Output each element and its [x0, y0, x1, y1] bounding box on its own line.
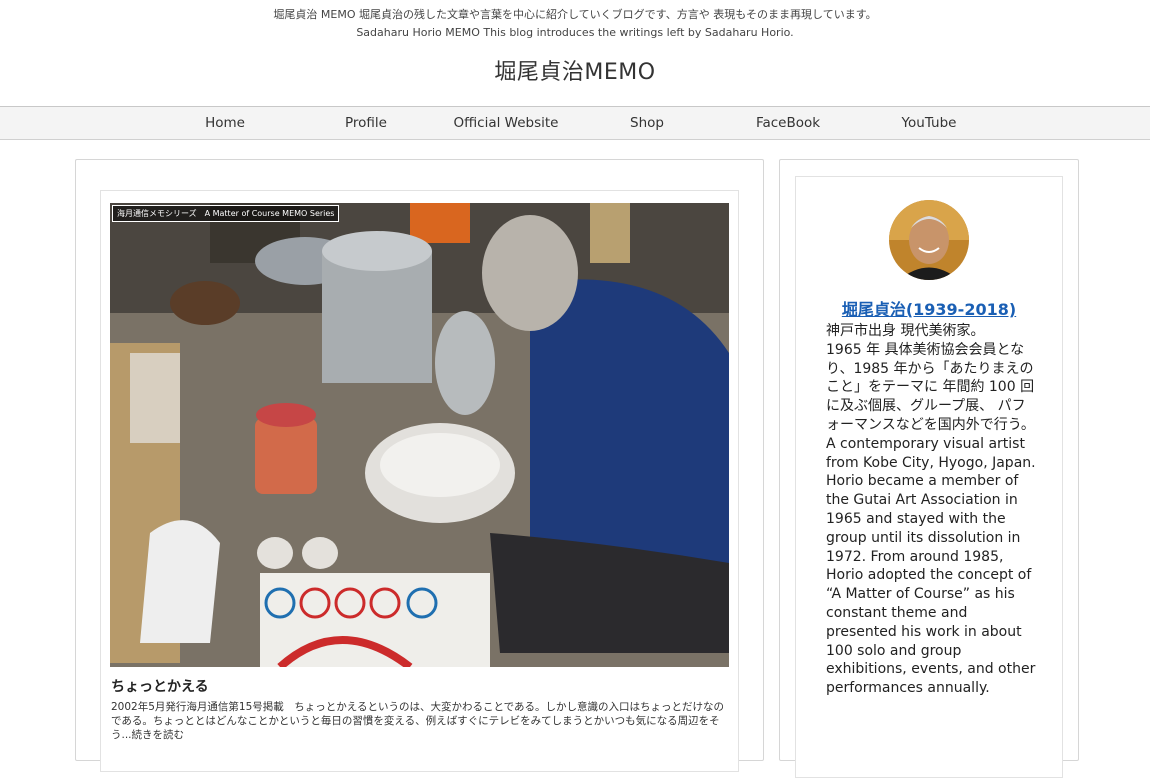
bio-line: Horio became a member of the Gutai Art A… [826, 473, 1036, 697]
main-navigation: Home Profile Official Website Shop FaceB… [0, 106, 1150, 140]
nav-youtube[interactable]: YouTube [859, 115, 999, 131]
post-card: 海月通信メモシリーズ A Matter of Course MEMO Serie… [100, 190, 739, 772]
nav-facebook[interactable]: FaceBook [718, 115, 858, 131]
site-title[interactable]: 堀尾貞治MEMO [0, 54, 1150, 86]
tagline-japanese: 堀尾貞治 MEMO 堀尾貞治の残した文章や言葉を中心に紹介していくブログです、方… [273, 8, 877, 21]
nav-profile[interactable]: Profile [296, 115, 436, 131]
sidebar: 堀尾貞治(1939-2018) 神戸市出身 現代美術家。 1965 年 具体美術… [779, 159, 1079, 778]
post-excerpt: 2002年5月発行海月通信第15号掲載 ちょっとかえるというのは、大変かわること… [111, 701, 725, 741]
post-title[interactable]: ちょっとかえる [111, 676, 209, 696]
nav-home[interactable]: Home [155, 115, 295, 131]
artist-working-photo [110, 203, 729, 667]
profile-avatar [889, 200, 969, 280]
bio-line: 神戸市出身 現代美術家。 [826, 323, 985, 339]
profile-bio: 神戸市出身 現代美術家。 1965 年 具体美術協会会員となり、1985 年から… [826, 322, 1036, 698]
profile-name-link[interactable]: 堀尾貞治(1939-2018) [796, 296, 1062, 320]
tagline-english: Sadaharu Horio MEMO This blog introduces… [356, 26, 794, 39]
bio-line: A contemporary visual artist from Kobe C… [826, 435, 1036, 471]
series-badge: 海月通信メモシリーズ A Matter of Course MEMO Serie… [112, 205, 340, 222]
post-featured-image[interactable]: 海月通信メモシリーズ A Matter of Course MEMO Serie… [110, 203, 729, 667]
bio-line: 1965 年 具体美術協会会員となり、1985 年から「あたりまえのこと」をテー… [826, 341, 1035, 433]
nav-shop[interactable]: Shop [577, 115, 717, 131]
main-content: 海月通信メモシリーズ A Matter of Course MEMO Serie… [75, 159, 764, 772]
nav-official-website[interactable]: Official Website [436, 115, 576, 131]
avatar-photo [889, 200, 969, 280]
profile-widget: 堀尾貞治(1939-2018) 神戸市出身 現代美術家。 1965 年 具体美術… [795, 176, 1063, 778]
